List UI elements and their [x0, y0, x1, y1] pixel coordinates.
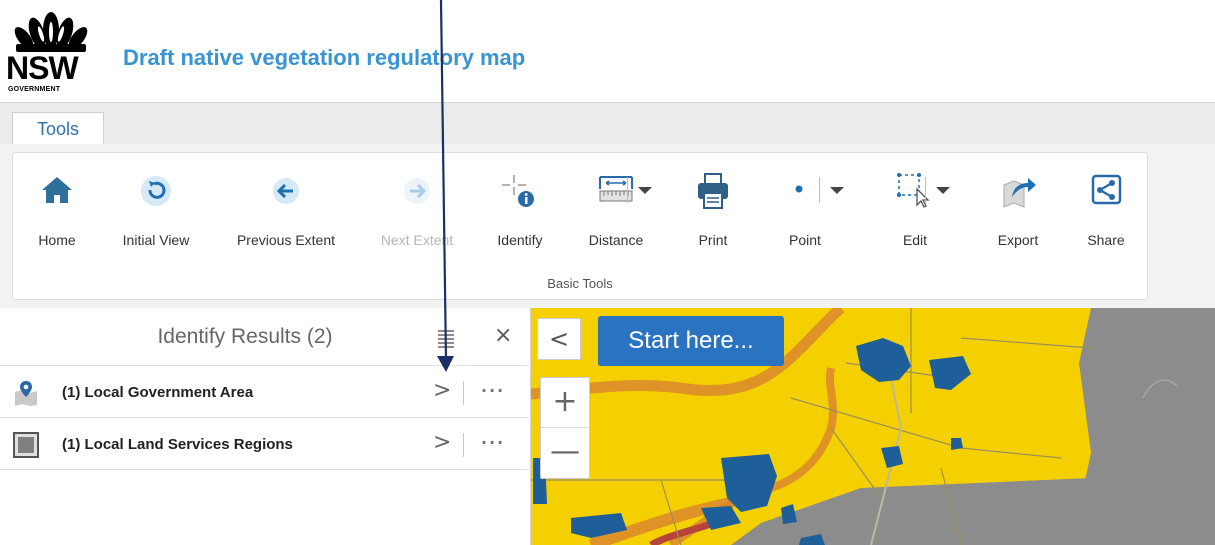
distance-icon	[599, 176, 633, 202]
point-dropdown-caret[interactable]	[830, 187, 844, 194]
previous-extent-icon	[273, 178, 299, 204]
ribbon-tab-strip: Tools	[0, 102, 1215, 146]
more-options-icon[interactable]: ···	[481, 431, 505, 455]
share-icon	[1091, 174, 1122, 205]
identify-button[interactable]: Identify	[485, 171, 555, 255]
home-label: Home	[38, 232, 76, 248]
edit-label: Edit	[902, 232, 928, 248]
start-here-button[interactable]: Start here...	[598, 316, 784, 366]
tab-tools[interactable]: Tools	[12, 112, 104, 146]
grey-square-icon	[13, 432, 39, 458]
close-icon[interactable]: ×	[494, 324, 512, 348]
identify-label: Identify	[497, 232, 543, 248]
basic-tools-ribbon: Home Initial View Previous Extent Next E…	[12, 152, 1148, 300]
logo-subtitle: GOVERNMENT	[8, 86, 61, 93]
identify-result-row[interactable]: (1) Local Land Services Regions > ···	[0, 419, 531, 470]
zoom-out-button[interactable]: —	[541, 428, 589, 478]
share-button[interactable]: Share	[1081, 171, 1131, 255]
row-divider	[463, 433, 464, 457]
home-icon	[42, 177, 72, 203]
annotation-arrow	[437, 0, 454, 372]
chevron-right-icon[interactable]: >	[433, 431, 451, 455]
zoom-control: + —	[540, 377, 590, 479]
print-label: Print	[698, 232, 728, 248]
point-dropdown-divider	[819, 177, 820, 203]
initial-view-icon	[141, 176, 171, 206]
logo-wordmark: NSW	[6, 50, 79, 86]
ribbon-area: Home Initial View Previous Extent Next E…	[0, 144, 1215, 308]
export-button[interactable]: Export	[985, 171, 1051, 255]
edit-dropdown-caret[interactable]	[936, 187, 950, 194]
print-button[interactable]: Print	[681, 171, 745, 255]
share-label: Share	[1087, 232, 1125, 248]
edit-icon	[897, 173, 930, 208]
export-label: Export	[997, 232, 1039, 248]
map-pin-icon	[15, 381, 37, 406]
identify-result-label: (1) Local Government Area	[62, 384, 254, 401]
edit-button[interactable]: Edit	[869, 171, 961, 255]
ribbon-group-label: Basic Tools	[547, 276, 613, 291]
distance-dropdown-divider	[627, 177, 628, 203]
previous-extent-button[interactable]: Previous Extent	[223, 171, 349, 255]
initial-view-button[interactable]: Initial View	[111, 171, 201, 255]
collapse-panel-button[interactable]: <	[537, 318, 581, 360]
home-button[interactable]: Home	[31, 171, 83, 255]
previous-extent-label: Previous Extent	[236, 232, 336, 248]
export-icon	[1003, 178, 1036, 208]
distance-label: Distance	[588, 232, 644, 248]
more-options-icon[interactable]: ···	[481, 379, 505, 403]
identify-result-label: (1) Local Land Services Regions	[62, 436, 293, 453]
edit-dropdown-divider	[925, 177, 926, 203]
initial-view-label: Initial View	[122, 232, 190, 248]
distance-button[interactable]: Distance	[575, 171, 657, 255]
zoom-in-button[interactable]: +	[541, 378, 589, 428]
app-header: NSW GOVERNMENT Draft native vegetation r…	[0, 0, 1215, 102]
print-icon	[698, 173, 728, 209]
point-label: Point	[789, 232, 821, 248]
distance-dropdown-caret[interactable]	[638, 187, 652, 194]
point-button[interactable]: Point	[773, 171, 837, 255]
identify-panel-title: Identify Results (2)	[157, 325, 333, 348]
identify-icon	[502, 175, 534, 207]
